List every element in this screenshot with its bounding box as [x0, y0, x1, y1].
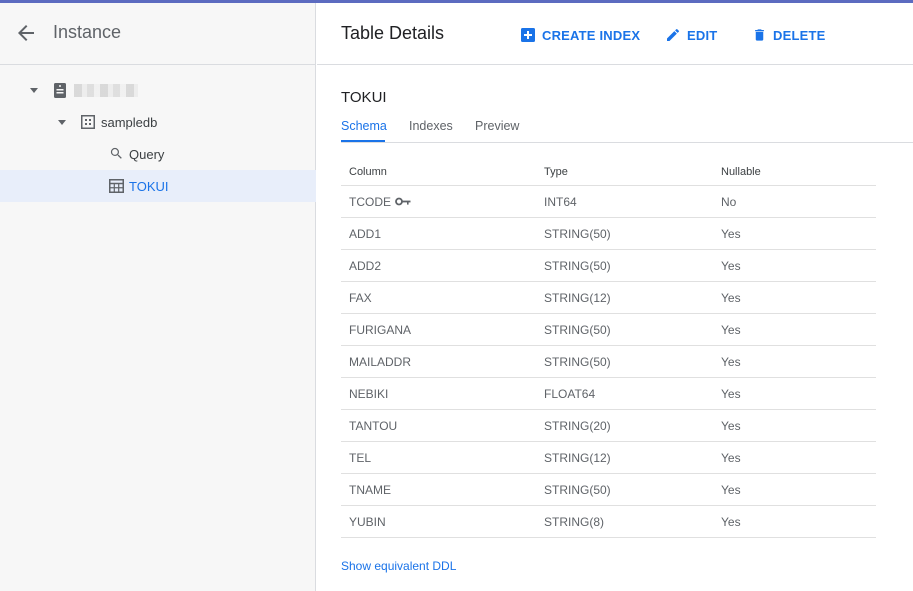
navigation-title: Instance — [53, 22, 122, 42]
instance-icon — [53, 83, 67, 103]
instance-name-redacted — [74, 84, 138, 97]
cell-nullable: Yes — [721, 450, 741, 465]
cell-type: STRING(50) — [544, 258, 611, 273]
table-row: TANTOU STRING(20) Yes — [341, 410, 876, 442]
tree-item-database[interactable]: sampledb — [0, 106, 316, 138]
edit-button[interactable]: EDIT — [665, 25, 717, 45]
cell-type: STRING(50) — [544, 226, 611, 241]
tab-preview[interactable]: Preview — [475, 119, 519, 143]
navigation-panel: Instance sampledb Query TOKUI — [0, 3, 316, 591]
cell-type: STRING(12) — [544, 450, 611, 465]
cell-column: ADD1 — [349, 226, 382, 241]
search-icon — [109, 146, 124, 166]
cell-nullable: Yes — [721, 226, 741, 241]
delete-label: DELETE — [773, 27, 826, 43]
edit-label: EDIT — [687, 27, 718, 43]
tree-label-table: TOKUI — [129, 179, 169, 194]
table-row: ADD2 STRING(50) Yes — [341, 250, 876, 282]
cell-type: STRING(50) — [544, 354, 611, 369]
schema-table: Column Type Nullable TCODE INT64 No ADD1… — [341, 158, 876, 538]
database-icon — [81, 115, 95, 134]
cell-nullable: No — [721, 194, 737, 209]
column-name: TCODE — [349, 194, 391, 209]
cell-column: ADD2 — [349, 258, 382, 273]
trash-icon — [755, 29, 764, 41]
cell-column: TCODE — [349, 186, 411, 217]
cell-type: STRING(50) — [544, 322, 611, 337]
add-box-icon — [521, 28, 535, 42]
cell-type: STRING(8) — [544, 514, 604, 529]
cell-nullable: Yes — [721, 354, 741, 369]
table-row: TEL STRING(12) Yes — [341, 442, 876, 474]
cell-nullable: Yes — [721, 482, 741, 497]
table-row: FAX STRING(12) Yes — [341, 282, 876, 314]
cell-nullable: Yes — [721, 290, 741, 305]
table-row: TCODE INT64 No — [341, 186, 876, 218]
tree-label-query: Query — [129, 147, 165, 162]
table-row: MAILADDR STRING(50) Yes — [341, 346, 876, 378]
header-type: Type — [544, 165, 568, 178]
header-column: Column — [349, 165, 387, 178]
key-icon — [395, 197, 411, 206]
cell-type: INT64 — [544, 194, 577, 209]
cell-column: NEBIKI — [349, 386, 389, 401]
details-header: Table Details CREATE INDEX EDIT DELETE — [317, 3, 913, 65]
cell-column: MAILADDR — [349, 354, 412, 369]
caret-down-icon[interactable] — [58, 120, 66, 125]
cell-type: STRING(20) — [544, 418, 611, 433]
tree-item-table[interactable]: TOKUI — [0, 170, 316, 202]
create-index-label: CREATE INDEX — [542, 27, 641, 43]
cell-type: STRING(12) — [544, 290, 611, 305]
cell-column: FURIGANA — [349, 322, 412, 337]
table-header-row: Column Type Nullable — [341, 158, 876, 186]
cell-type: STRING(50) — [544, 482, 611, 497]
cell-column: TNAME — [349, 482, 391, 497]
tab-bar-divider — [341, 142, 913, 143]
caret-down-icon[interactable] — [30, 88, 38, 93]
tree-item-instance[interactable] — [0, 74, 316, 106]
tab-indexes[interactable]: Indexes — [409, 119, 453, 143]
cell-nullable: Yes — [721, 418, 741, 433]
cell-nullable: Yes — [721, 386, 741, 401]
navigation-header: Instance — [0, 3, 316, 65]
table-row: NEBIKI FLOAT64 Yes — [341, 378, 876, 410]
cell-nullable: Yes — [721, 322, 741, 337]
cell-nullable: Yes — [721, 514, 741, 529]
cell-column: TANTOU — [349, 418, 398, 433]
create-index-button[interactable]: CREATE INDEX — [520, 25, 640, 45]
cell-column: YUBIN — [349, 514, 386, 529]
cell-nullable: Yes — [721, 258, 741, 273]
details-panel: Table Details CREATE INDEX EDIT DELETE T… — [317, 3, 913, 591]
delete-button[interactable]: DELETE — [752, 25, 825, 45]
table-row: YUBIN STRING(8) Yes — [341, 506, 876, 538]
header-nullable: Nullable — [721, 165, 761, 178]
pencil-icon — [667, 28, 680, 41]
table-icon — [109, 179, 124, 198]
table-row: ADD1 STRING(50) Yes — [341, 218, 876, 250]
table-row: FURIGANA STRING(50) Yes — [341, 314, 876, 346]
table-row: TNAME STRING(50) Yes — [341, 474, 876, 506]
cell-column: TEL — [349, 450, 372, 465]
cell-type: FLOAT64 — [544, 386, 596, 401]
cell-column: FAX — [349, 290, 372, 305]
show-ddl-link[interactable]: Show equivalent DDL — [341, 559, 456, 573]
table-name-heading: TOKUI — [341, 89, 387, 106]
back-arrow-icon[interactable] — [14, 21, 38, 45]
tree-item-query[interactable]: Query — [0, 138, 316, 170]
page-title: Table Details — [341, 23, 445, 43]
tree-label-database: sampledb — [101, 115, 158, 130]
